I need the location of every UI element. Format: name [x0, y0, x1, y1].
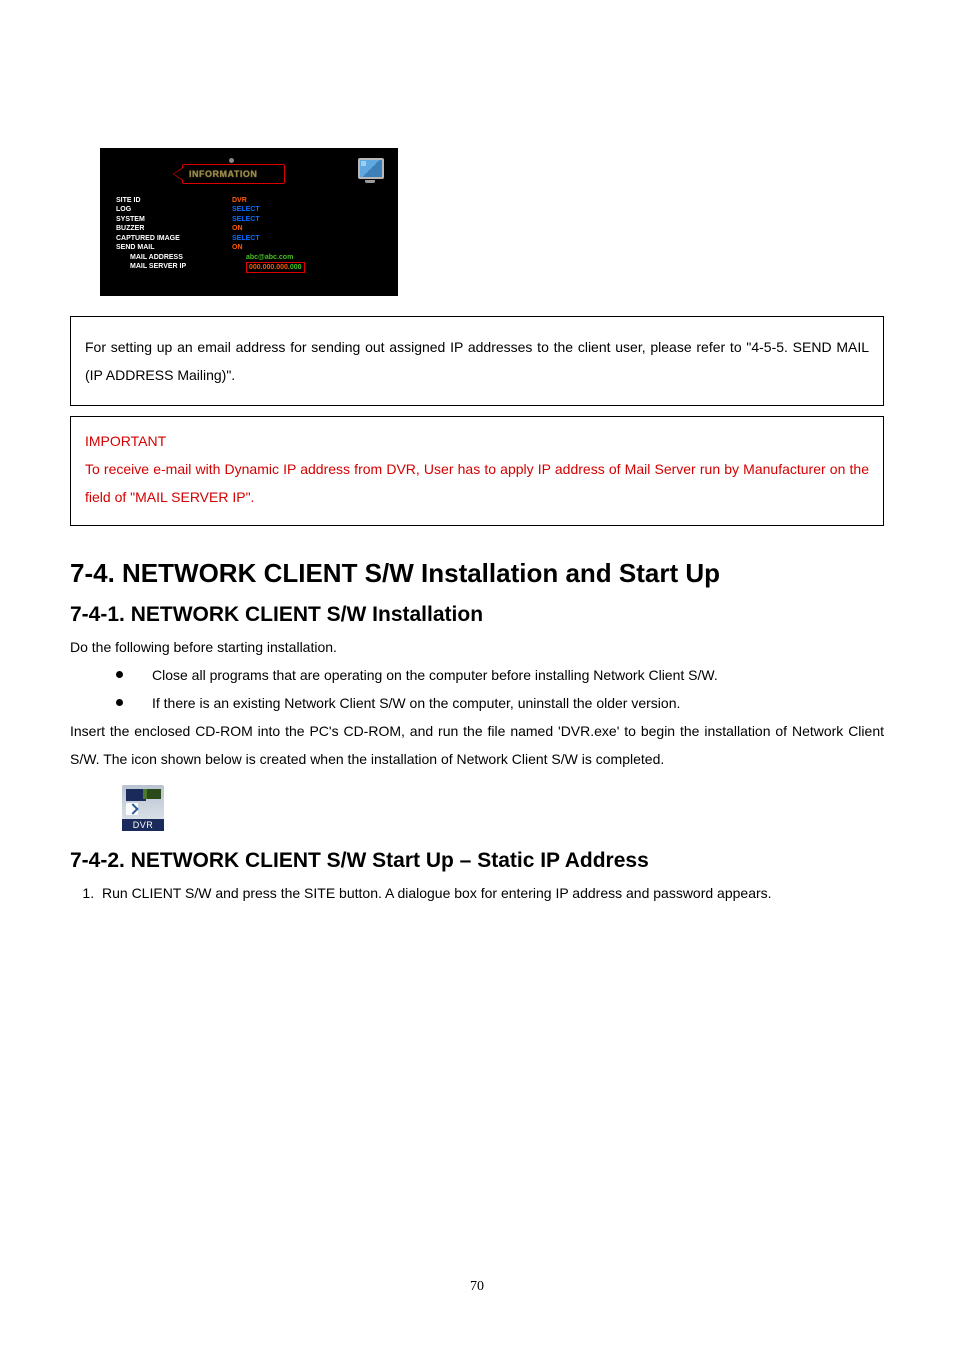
section-heading-7-4: 7-4. NETWORK CLIENT S/W Installation and… — [70, 558, 884, 589]
dvr-value: SELECT — [232, 215, 260, 224]
important-heading: IMPORTANT — [85, 427, 869, 455]
tab-arrow-icon — [173, 167, 183, 181]
dvr-value: abc@abc.com — [246, 253, 293, 262]
dvr-label: MAIL SERVER IP — [116, 262, 246, 273]
dvr-label: LOG — [116, 205, 232, 214]
dvr-label: SEND MAIL — [116, 243, 232, 252]
dvr-label: CAPTURED IMAGE — [116, 234, 232, 243]
app-icon-label: DVR — [122, 819, 164, 831]
list-item: Run CLIENT S/W and press the SITE button… — [98, 879, 884, 907]
dvr-app-icon: DVR — [122, 785, 164, 831]
note-text: For setting up an email address for send… — [85, 339, 869, 383]
ip-last-octet: 000 — [290, 264, 302, 271]
section-heading-7-4-2: 7-4-2. NETWORK CLIENT S/W Start Up – Sta… — [70, 849, 884, 873]
monitor-icon — [358, 158, 382, 180]
tab-dot-icon — [229, 158, 234, 163]
document-page: INFORMATION SITE ID DVR LOG SELECT SYSTE… — [0, 0, 954, 1351]
list-item: Close all programs that are operating on… — [116, 661, 884, 689]
ip-prefix: 000.000.000. — [249, 264, 290, 271]
page-number: 70 — [0, 1279, 954, 1295]
dvr-label: BUZZER — [116, 224, 232, 233]
dvr-row-log: LOG SELECT — [116, 205, 382, 214]
sec1-intro: Do the following before starting install… — [70, 633, 884, 661]
dvr-information-screen: INFORMATION SITE ID DVR LOG SELECT SYSTE… — [100, 148, 398, 296]
dvr-value: SELECT — [232, 205, 260, 214]
dvr-row-site-id: SITE ID DVR — [116, 196, 382, 205]
dvr-row-buzzer: BUZZER ON — [116, 224, 382, 233]
dvr-value: ON — [232, 224, 243, 233]
dvr-row-captured-image: CAPTURED IMAGE SELECT — [116, 234, 382, 243]
important-box: IMPORTANT To receive e-mail with Dynamic… — [70, 416, 884, 526]
numbered-list: Run CLIENT S/W and press the SITE button… — [70, 879, 884, 907]
dvr-row-mail-server-ip: MAIL SERVER IP 000.000.000.000 — [116, 262, 382, 273]
mail-server-ip-field: 000.000.000.000 — [246, 262, 305, 273]
dvr-value: SELECT — [232, 234, 260, 243]
dvr-tab-label: INFORMATION — [189, 169, 257, 179]
list-item: If there is an existing Network Client S… — [116, 689, 884, 717]
dvr-row-system: SYSTEM SELECT — [116, 215, 382, 224]
sec1-paragraph: Insert the enclosed CD-ROM into the PC's… — [70, 717, 884, 773]
dvr-label: SITE ID — [116, 196, 232, 205]
dvr-tab-header: INFORMATION — [116, 158, 382, 188]
app-icon-graphic — [122, 785, 164, 819]
dvr-label: MAIL ADDRESS — [116, 253, 246, 262]
dvr-row-send-mail: SEND MAIL ON — [116, 243, 382, 252]
dvr-label: SYSTEM — [116, 215, 232, 224]
dvr-row-mail-address: MAIL ADDRESS abc@abc.com — [116, 253, 382, 262]
dvr-value: DVR — [232, 196, 247, 205]
bullet-list: Close all programs that are operating on… — [70, 661, 884, 717]
dvr-value: ON — [232, 243, 243, 252]
dvr-settings-list: SITE ID DVR LOG SELECT SYSTEM SELECT BUZ… — [116, 196, 382, 273]
section-heading-7-4-1: 7-4-1. NETWORK CLIENT S/W Installation — [70, 603, 884, 627]
important-body: To receive e-mail with Dynamic IP addres… — [85, 455, 869, 511]
note-box: For setting up an email address for send… — [70, 316, 884, 406]
dvr-tab: INFORMATION — [182, 164, 285, 184]
